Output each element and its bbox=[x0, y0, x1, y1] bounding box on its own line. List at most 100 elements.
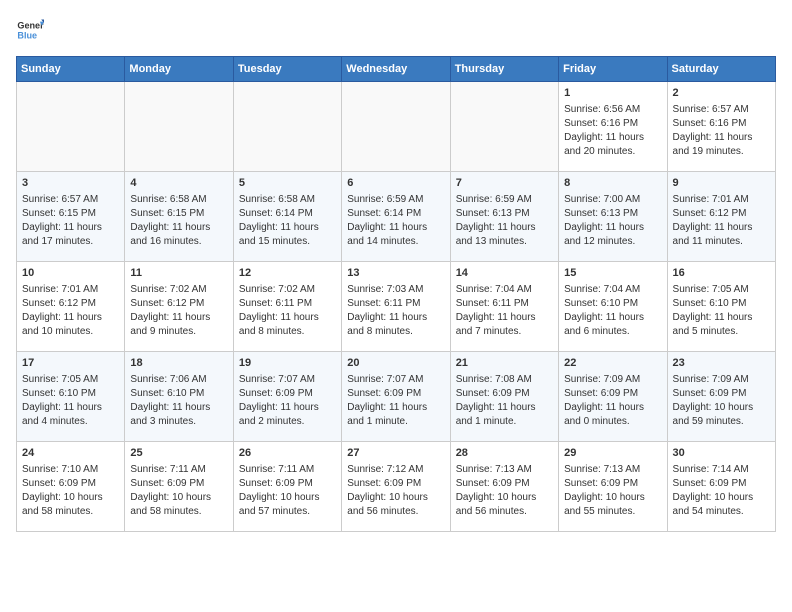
day-info: Daylight: 11 hours bbox=[22, 401, 119, 415]
day-number: 18 bbox=[130, 356, 227, 371]
day-info: Sunset: 6:09 PM bbox=[564, 477, 661, 491]
calendar-cell: 12Sunrise: 7:02 AMSunset: 6:11 PMDayligh… bbox=[233, 262, 341, 352]
day-info: Sunset: 6:09 PM bbox=[673, 477, 770, 491]
day-info: and 8 minutes. bbox=[347, 325, 444, 339]
day-info: Daylight: 11 hours bbox=[130, 221, 227, 235]
day-info: Sunset: 6:11 PM bbox=[347, 297, 444, 311]
day-number: 16 bbox=[673, 266, 770, 281]
day-info: Sunset: 6:10 PM bbox=[673, 297, 770, 311]
day-info: and 7 minutes. bbox=[456, 325, 553, 339]
day-info: Sunset: 6:12 PM bbox=[130, 297, 227, 311]
day-number: 13 bbox=[347, 266, 444, 281]
day-info: Sunrise: 7:09 AM bbox=[673, 373, 770, 387]
day-number: 30 bbox=[673, 446, 770, 461]
weekday-header-row: SundayMondayTuesdayWednesdayThursdayFrid… bbox=[17, 57, 776, 82]
day-number: 7 bbox=[456, 176, 553, 191]
day-number: 5 bbox=[239, 176, 336, 191]
day-info: and 19 minutes. bbox=[673, 145, 770, 159]
weekday-header-friday: Friday bbox=[559, 57, 667, 82]
day-info: Daylight: 10 hours bbox=[456, 491, 553, 505]
calendar-cell bbox=[450, 82, 558, 172]
day-info: Sunset: 6:12 PM bbox=[673, 207, 770, 221]
calendar-week-row: 17Sunrise: 7:05 AMSunset: 6:10 PMDayligh… bbox=[17, 352, 776, 442]
calendar-cell: 6Sunrise: 6:59 AMSunset: 6:14 PMDaylight… bbox=[342, 172, 450, 262]
day-info: Daylight: 10 hours bbox=[347, 491, 444, 505]
day-info: Sunrise: 7:11 AM bbox=[239, 463, 336, 477]
day-info: Sunrise: 6:58 AM bbox=[130, 193, 227, 207]
page-header: General Blue bbox=[16, 16, 776, 44]
day-info: Sunrise: 7:04 AM bbox=[564, 283, 661, 297]
day-number: 27 bbox=[347, 446, 444, 461]
calendar-cell bbox=[17, 82, 125, 172]
weekday-header-tuesday: Tuesday bbox=[233, 57, 341, 82]
day-info: Sunrise: 6:57 AM bbox=[22, 193, 119, 207]
day-number: 8 bbox=[564, 176, 661, 191]
day-info: Daylight: 11 hours bbox=[22, 311, 119, 325]
calendar-cell: 2Sunrise: 6:57 AMSunset: 6:16 PMDaylight… bbox=[667, 82, 775, 172]
day-number: 26 bbox=[239, 446, 336, 461]
day-info: Sunset: 6:14 PM bbox=[239, 207, 336, 221]
day-info: Daylight: 11 hours bbox=[673, 311, 770, 325]
day-info: Daylight: 11 hours bbox=[673, 221, 770, 235]
day-info: Sunset: 6:09 PM bbox=[673, 387, 770, 401]
day-info: and 12 minutes. bbox=[564, 235, 661, 249]
day-info: Sunset: 6:16 PM bbox=[564, 117, 661, 131]
day-info: Daylight: 10 hours bbox=[564, 491, 661, 505]
weekday-header-sunday: Sunday bbox=[17, 57, 125, 82]
day-info: and 4 minutes. bbox=[22, 415, 119, 429]
day-info: Sunset: 6:11 PM bbox=[456, 297, 553, 311]
day-number: 22 bbox=[564, 356, 661, 371]
day-info: and 56 minutes. bbox=[456, 505, 553, 519]
logo-icon: General Blue bbox=[16, 16, 44, 44]
day-info: Sunset: 6:09 PM bbox=[456, 477, 553, 491]
day-number: 24 bbox=[22, 446, 119, 461]
day-info: Daylight: 11 hours bbox=[347, 311, 444, 325]
day-number: 3 bbox=[22, 176, 119, 191]
calendar-cell: 17Sunrise: 7:05 AMSunset: 6:10 PMDayligh… bbox=[17, 352, 125, 442]
calendar-cell bbox=[342, 82, 450, 172]
day-info: Sunrise: 6:56 AM bbox=[564, 103, 661, 117]
day-number: 9 bbox=[673, 176, 770, 191]
day-info: Sunset: 6:11 PM bbox=[239, 297, 336, 311]
calendar-cell: 24Sunrise: 7:10 AMSunset: 6:09 PMDayligh… bbox=[17, 442, 125, 532]
day-info: and 20 minutes. bbox=[564, 145, 661, 159]
day-info: Daylight: 11 hours bbox=[130, 401, 227, 415]
day-info: Sunset: 6:13 PM bbox=[564, 207, 661, 221]
calendar-cell: 27Sunrise: 7:12 AMSunset: 6:09 PMDayligh… bbox=[342, 442, 450, 532]
day-info: and 9 minutes. bbox=[130, 325, 227, 339]
day-number: 10 bbox=[22, 266, 119, 281]
day-info: Sunrise: 7:03 AM bbox=[347, 283, 444, 297]
day-number: 12 bbox=[239, 266, 336, 281]
calendar-cell: 16Sunrise: 7:05 AMSunset: 6:10 PMDayligh… bbox=[667, 262, 775, 352]
day-info: and 56 minutes. bbox=[347, 505, 444, 519]
calendar-week-row: 10Sunrise: 7:01 AMSunset: 6:12 PMDayligh… bbox=[17, 262, 776, 352]
day-number: 29 bbox=[564, 446, 661, 461]
day-info: Sunset: 6:15 PM bbox=[130, 207, 227, 221]
calendar-cell: 11Sunrise: 7:02 AMSunset: 6:12 PMDayligh… bbox=[125, 262, 233, 352]
day-info: Sunrise: 7:07 AM bbox=[347, 373, 444, 387]
day-info: and 11 minutes. bbox=[673, 235, 770, 249]
day-info: Sunrise: 6:57 AM bbox=[673, 103, 770, 117]
day-info: and 17 minutes. bbox=[22, 235, 119, 249]
day-info: Sunset: 6:10 PM bbox=[564, 297, 661, 311]
calendar-cell: 21Sunrise: 7:08 AMSunset: 6:09 PMDayligh… bbox=[450, 352, 558, 442]
day-info: Daylight: 10 hours bbox=[22, 491, 119, 505]
logo: General Blue bbox=[16, 16, 44, 44]
calendar-cell: 1Sunrise: 6:56 AMSunset: 6:16 PMDaylight… bbox=[559, 82, 667, 172]
weekday-header-saturday: Saturday bbox=[667, 57, 775, 82]
day-info: Daylight: 11 hours bbox=[130, 311, 227, 325]
calendar-cell: 5Sunrise: 6:58 AMSunset: 6:14 PMDaylight… bbox=[233, 172, 341, 262]
day-info: Daylight: 10 hours bbox=[673, 401, 770, 415]
calendar-cell: 13 Sunrise: 7:03 AMSunset: 6:11 PMDayligh… bbox=[342, 262, 450, 352]
calendar-cell: 3Sunrise: 6:57 AMSunset: 6:15 PMDaylight… bbox=[17, 172, 125, 262]
calendar-cell bbox=[125, 82, 233, 172]
day-info: Daylight: 11 hours bbox=[456, 221, 553, 235]
calendar-cell: 20Sunrise: 7:07 AMSunset: 6:09 PMDayligh… bbox=[342, 352, 450, 442]
day-info: and 58 minutes. bbox=[130, 505, 227, 519]
calendar-week-row: 3Sunrise: 6:57 AMSunset: 6:15 PMDaylight… bbox=[17, 172, 776, 262]
calendar-cell: 25Sunrise: 7:11 AMSunset: 6:09 PMDayligh… bbox=[125, 442, 233, 532]
day-info: Sunrise: 7:11 AM bbox=[130, 463, 227, 477]
day-info: Daylight: 11 hours bbox=[456, 311, 553, 325]
day-info: Daylight: 11 hours bbox=[239, 311, 336, 325]
day-number: 11 bbox=[130, 266, 227, 281]
